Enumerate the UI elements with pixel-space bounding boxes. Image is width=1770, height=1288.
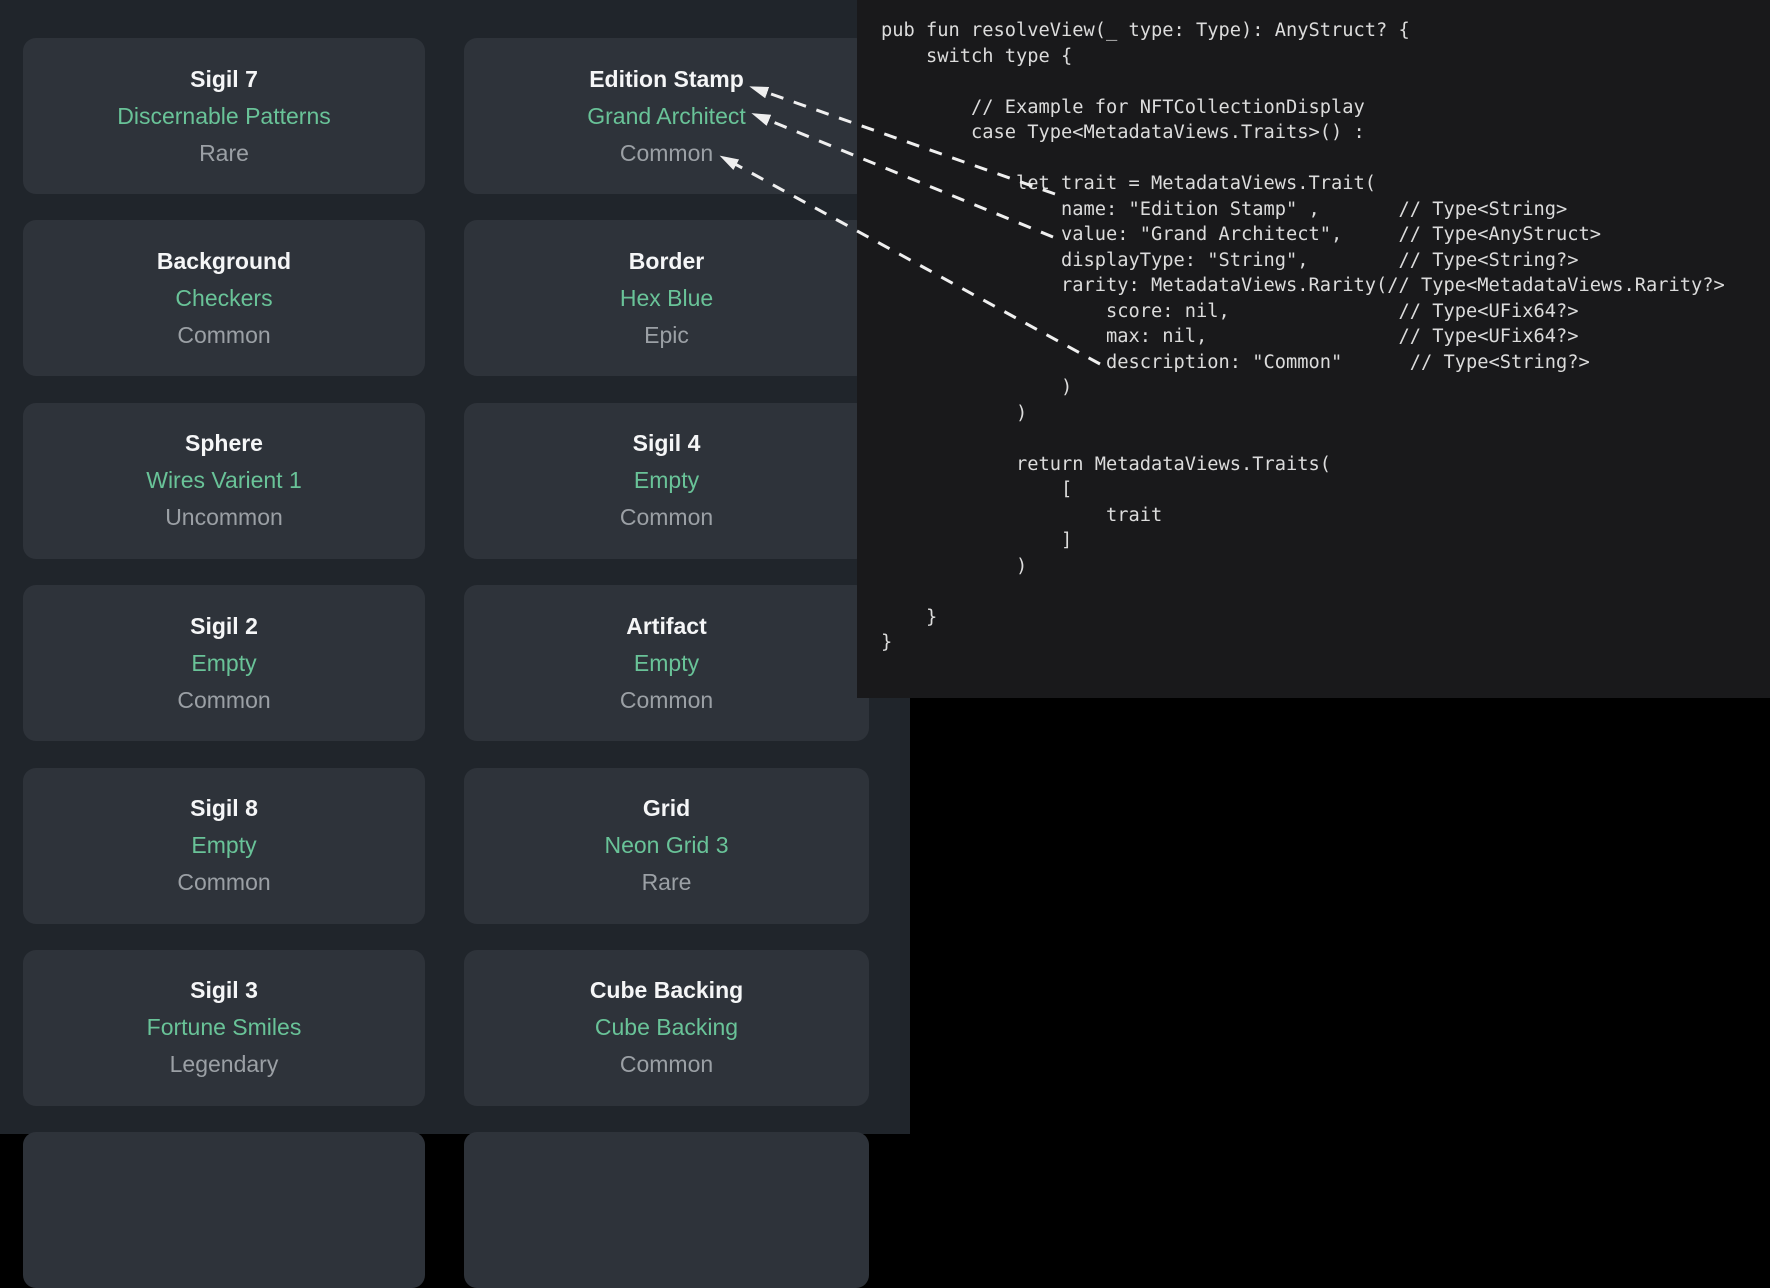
- trait-rarity: Epic: [644, 317, 689, 354]
- trait-card: Artifact Empty Common: [464, 585, 869, 741]
- trait-card: Sigil 3 Fortune Smiles Legendary: [23, 950, 425, 1106]
- trait-name: Artifact: [626, 608, 707, 645]
- trait-value: Empty: [634, 462, 699, 499]
- trait-card: Cube Backing Cube Backing Common: [464, 950, 869, 1106]
- trait-value: Checkers: [175, 280, 272, 317]
- trait-value: Empty: [191, 827, 256, 864]
- trait-card: Sigil 4 Empty Common: [464, 403, 869, 559]
- trait-card: Border Hex Blue Epic: [464, 220, 869, 376]
- trait-card: Sigil 7 Discernable Patterns Rare: [23, 38, 425, 194]
- trait-name: Sigil 7: [190, 61, 258, 98]
- trait-card: Grid Neon Grid 3 Rare: [464, 768, 869, 924]
- trait-value: Hex Blue: [620, 280, 713, 317]
- trait-name: Border: [629, 243, 704, 280]
- trait-value: Empty: [191, 645, 256, 682]
- code-panel: pub fun resolveView(_ type: Type): AnySt…: [857, 0, 1770, 698]
- trait-rarity: Common: [620, 499, 713, 536]
- trait-name: Sphere: [185, 425, 263, 462]
- trait-card: Sphere Wires Varient 1 Uncommon: [23, 403, 425, 559]
- trait-rarity: Common: [177, 682, 270, 719]
- code-block: pub fun resolveView(_ type: Type): AnySt…: [857, 0, 1770, 656]
- trait-rarity: Common: [620, 1046, 713, 1083]
- trait-value: Cube Backing: [595, 1009, 738, 1046]
- trait-rarity: Legendary: [170, 1046, 279, 1083]
- trait-name: Sigil 8: [190, 790, 258, 827]
- trait-value: Neon Grid 3: [604, 827, 728, 864]
- trait-value: Grand Architect: [587, 98, 746, 135]
- trait-rarity: Rare: [199, 135, 249, 172]
- trait-rarity: Common: [620, 135, 713, 172]
- trait-card-partial: [23, 1132, 425, 1288]
- trait-name: Background: [157, 243, 291, 280]
- trait-rarity: Uncommon: [165, 499, 283, 536]
- traits-grid: Sigil 7 Discernable Patterns Rare Editio…: [23, 38, 869, 1288]
- trait-value: Wires Varient 1: [146, 462, 302, 499]
- trait-name: Edition Stamp: [589, 61, 744, 98]
- trait-name: Sigil 4: [633, 425, 701, 462]
- trait-name: Sigil 3: [190, 972, 258, 1009]
- trait-card: Background Checkers Common: [23, 220, 425, 376]
- trait-rarity: Common: [177, 317, 270, 354]
- trait-name: Grid: [643, 790, 690, 827]
- trait-rarity: Common: [620, 682, 713, 719]
- traits-panel: Sigil 7 Discernable Patterns Rare Editio…: [0, 0, 910, 1134]
- trait-rarity: Rare: [642, 864, 692, 901]
- trait-card: Edition Stamp Grand Architect Common: [464, 38, 869, 194]
- trait-name: Sigil 2: [190, 608, 258, 645]
- trait-card-partial: [464, 1132, 869, 1288]
- trait-value: Empty: [634, 645, 699, 682]
- trait-name: Cube Backing: [590, 972, 743, 1009]
- trait-card: Sigil 2 Empty Common: [23, 585, 425, 741]
- trait-rarity: Common: [177, 864, 270, 901]
- trait-card: Sigil 8 Empty Common: [23, 768, 425, 924]
- trait-value: Fortune Smiles: [147, 1009, 302, 1046]
- trait-value: Discernable Patterns: [117, 98, 331, 135]
